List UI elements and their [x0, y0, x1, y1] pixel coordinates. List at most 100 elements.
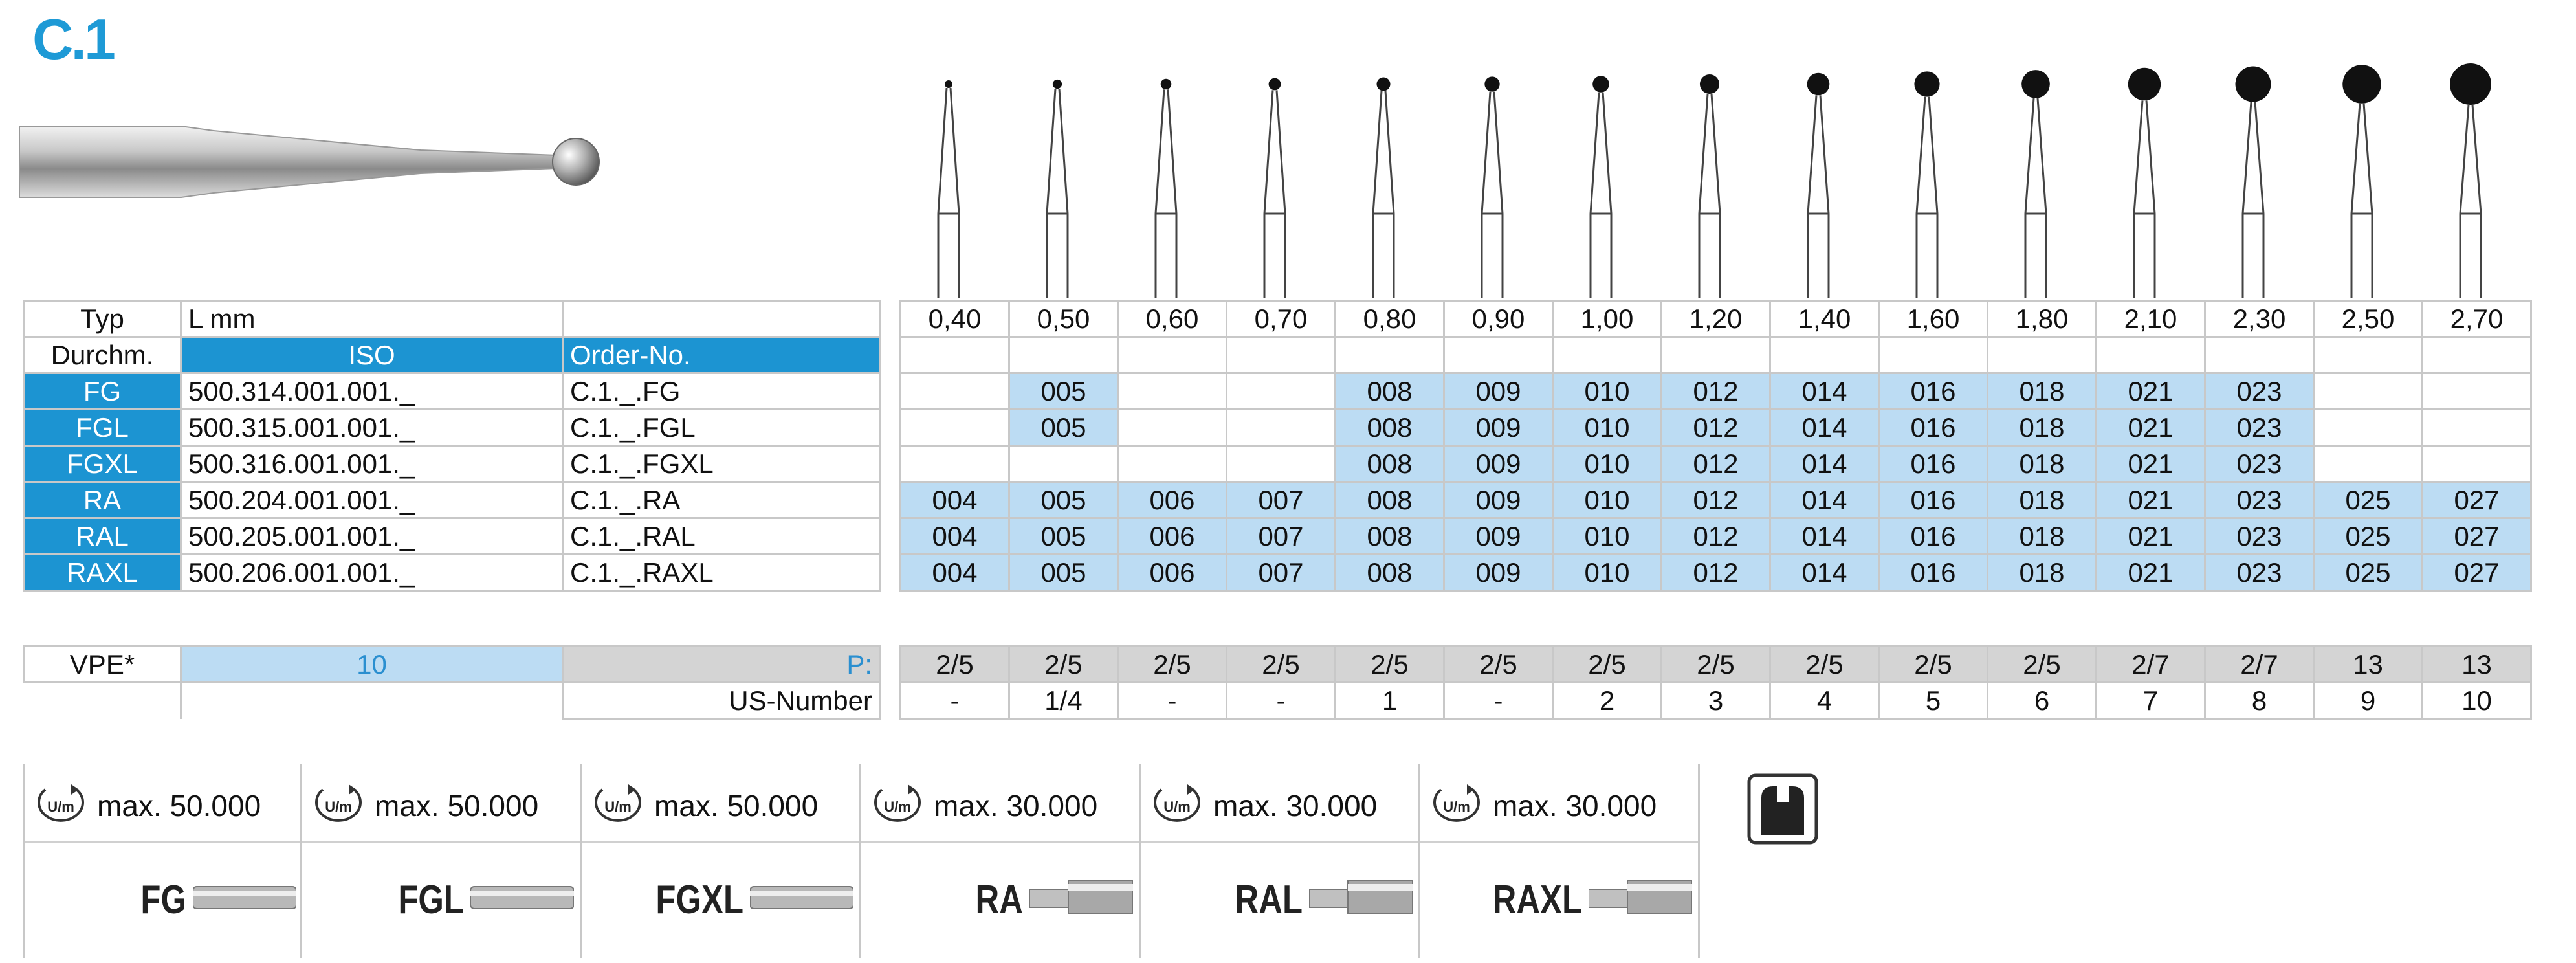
speed-tile: U/m max. 50.000 FGL: [302, 764, 582, 958]
size-value: 0,40: [899, 300, 1010, 338]
pack-value: 13: [2421, 645, 2532, 683]
us-number: 2: [1552, 681, 1662, 720]
bur-drawing: [1372, 77, 1395, 298]
size-code: 004: [899, 481, 1010, 519]
pack-value: 2/7: [2095, 645, 2206, 683]
bur-drawing: [2128, 67, 2161, 298]
article-table: Typ L mm Durchm. ISO Order-No. FG 500.314…: [23, 300, 881, 592]
pack-row: 2/5 2/5 2/5 2/5 2/5 2/5 2/5 2/5 2/5 2/5 2/5 2/7 2/7 1…: [899, 645, 2532, 683]
size-code: 023: [2204, 445, 2315, 483]
size-code: 014: [1769, 372, 1880, 410]
blank-cell: [1769, 336, 1880, 374]
size-code: [1226, 408, 1336, 447]
size-code: 014: [1769, 481, 1880, 519]
table-row: RA 500.204.001.001._ C.1._.RA: [23, 481, 881, 519]
size-code: [2313, 445, 2423, 483]
size-code: 005: [1008, 517, 1119, 555]
size-code: [2421, 408, 2532, 447]
size-code: 010: [1552, 481, 1662, 519]
size-code: 007: [1226, 553, 1336, 592]
blank-cell: [1987, 336, 2097, 374]
size-code: 018: [1987, 481, 2097, 519]
header-durchm: Durchm.: [23, 336, 182, 374]
size-value: 1,20: [1660, 300, 1771, 338]
size-code: 014: [1769, 517, 1880, 555]
size-code: 023: [2204, 553, 2315, 592]
divider: [1141, 841, 1418, 843]
size-grid: 0,40 0,50 0,60 0,70 0,80 0,90 1,00 1,20 1,40 1,60…: [899, 300, 2532, 592]
size-code: 021: [2095, 553, 2206, 592]
size-code: 025: [2313, 481, 2423, 519]
bur-drawing: [2450, 63, 2491, 298]
rpm-icon: U/m: [315, 784, 362, 822]
order-number: C.1._.RAL: [562, 517, 881, 555]
rpm-icon: U/m: [1154, 784, 1200, 822]
pack-value: 2/7: [2204, 645, 2315, 683]
header-iso: ISO: [180, 336, 564, 374]
size-code: 018: [1987, 553, 2097, 592]
header-lmm: L mm: [180, 300, 564, 338]
size-code: 010: [1552, 445, 1662, 483]
us-number: 7: [2095, 681, 2206, 720]
rpm-icon: U/m: [38, 784, 84, 822]
rpm-unit: U/m: [1443, 799, 1470, 815]
shank-image: [1029, 880, 1133, 914]
blank-cell: [23, 682, 182, 719]
blank-cell: [2204, 336, 2315, 374]
pack-value: 2/5: [1334, 645, 1445, 683]
us-number: -: [1443, 681, 1554, 720]
size-code: 006: [1117, 517, 1227, 555]
size-code: 023: [2204, 372, 2315, 410]
rpm-unit: U/m: [325, 799, 352, 815]
size-code: 021: [2095, 408, 2206, 447]
us-number-row: -1/4- -1-2 3 4 5 6 7 8 9 10: [899, 681, 2532, 720]
size-value: 1,80: [1987, 300, 2097, 338]
bur-drawing: [1698, 74, 1721, 298]
size-code: 009: [1443, 481, 1554, 519]
us-number: 5: [1878, 681, 1988, 720]
header-blank: [562, 300, 881, 338]
size-code: 016: [1878, 408, 1988, 447]
size-code: 009: [1443, 408, 1554, 447]
type-label: FG: [23, 372, 182, 410]
blank-cell: [181, 683, 563, 719]
size-value: 1,40: [1769, 300, 1880, 338]
us-number: 10: [2421, 681, 2532, 720]
size-code: 025: [2313, 553, 2423, 592]
size-code: 012: [1660, 517, 1771, 555]
size-code: 023: [2204, 408, 2315, 447]
bur-drawing: [937, 80, 960, 298]
size-code: 025: [2313, 517, 2423, 555]
size-value: 2,50: [2313, 300, 2423, 338]
us-number: -: [1117, 681, 1227, 720]
order-number: C.1._.RA: [562, 481, 881, 519]
table-row: 005 008 009 010 012 014 016 018 021 023: [899, 408, 2532, 447]
size-code: 008: [1334, 517, 1445, 555]
page-title: C.1: [32, 7, 116, 71]
size-code: [1117, 408, 1227, 447]
size-code: 014: [1769, 445, 1880, 483]
size-code: 004: [899, 517, 1010, 555]
iso-number: 500.205.001.001._: [180, 517, 564, 555]
rpm-icon: U/m: [595, 784, 641, 822]
size-code: [2421, 372, 2532, 410]
bur-drawing: [1589, 76, 1613, 298]
size-code: [1117, 372, 1227, 410]
bur-product-image: [19, 126, 600, 198]
size-code: [2421, 445, 2532, 483]
size-value: 0,70: [1226, 300, 1336, 338]
size-value: 2,70: [2421, 300, 2532, 338]
us-number: 1: [1334, 681, 1445, 720]
rpm-unit: U/m: [47, 799, 74, 815]
iso-number: 500.315.001.001._: [180, 408, 564, 447]
max-speed: max. 30.000: [934, 789, 1098, 823]
shank-image: [470, 886, 574, 909]
us-number: 9: [2313, 681, 2423, 720]
size-code: [1226, 445, 1336, 483]
shank-image: [193, 886, 296, 909]
size-value: 0,50: [1008, 300, 1119, 338]
table-row: 008 009 010 012 014 016 018 021 023: [899, 445, 2532, 483]
handpiece-icon: [1747, 773, 1818, 845]
size-code: 006: [1117, 481, 1227, 519]
blank-cell: [2313, 336, 2423, 374]
